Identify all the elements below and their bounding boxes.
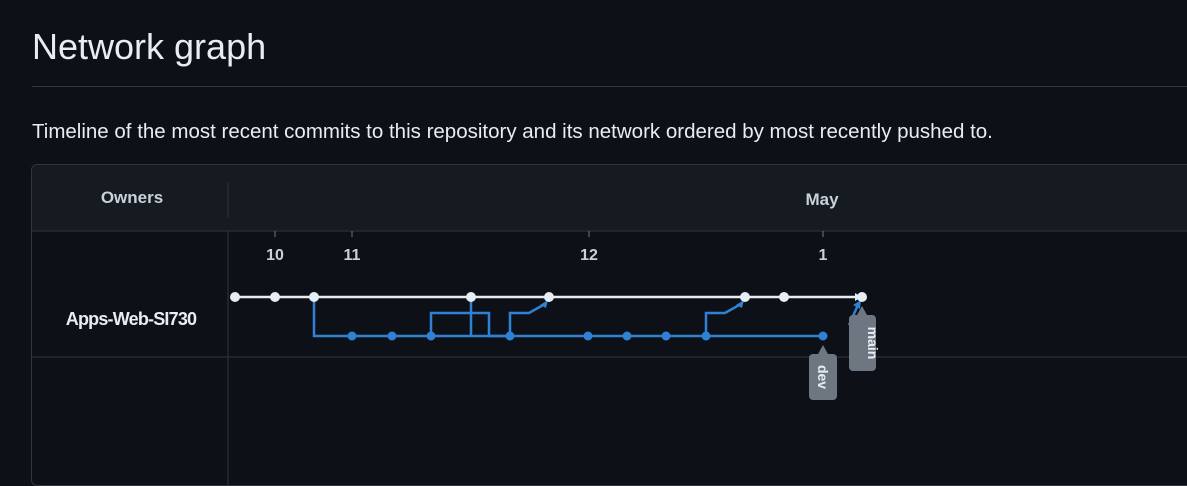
commit-dot[interactable] — [347, 331, 357, 341]
branch-line-dev-fork — [312, 297, 348, 338]
commit-dot[interactable] — [701, 331, 711, 341]
graph-header — [32, 165, 1187, 231]
date-tick-label: 11 — [344, 247, 361, 264]
dev-label-text: dev — [815, 365, 831, 389]
branch-merge-line — [508, 302, 546, 336]
commit-dot[interactable] — [857, 292, 867, 302]
commit-dot[interactable] — [270, 292, 280, 302]
branch-merge-line — [429, 311, 473, 336]
page-description: Timeline of the most recent commits to t… — [32, 120, 993, 143]
commit-dot[interactable] — [583, 331, 593, 341]
title-divider — [32, 86, 1187, 87]
owners-header: Owners — [101, 188, 163, 207]
commit-dot[interactable] — [661, 331, 671, 341]
commit-dot[interactable] — [230, 292, 240, 302]
dev-arrowheads — [350, 300, 861, 340]
commit-dot[interactable] — [818, 331, 828, 341]
commit-dot[interactable] — [740, 292, 750, 302]
owner-label[interactable]: Apps-Web-SI730 — [66, 309, 198, 329]
network-graph[interactable]: Owners May 10 11 12 1 Apps-Web-SI730 mai… — [31, 164, 1187, 486]
commit-dot[interactable] — [779, 292, 789, 302]
month-label: May — [805, 190, 839, 209]
commit-dot[interactable] — [426, 331, 436, 341]
main-label-text: main — [865, 327, 881, 360]
commit-dot[interactable] — [387, 331, 397, 341]
dev-branch — [312, 297, 860, 338]
dev-branch-label[interactable]: dev — [809, 345, 837, 400]
main-branch-label[interactable]: main — [849, 306, 881, 371]
branch-merge-line — [704, 302, 742, 336]
branch-merge-line — [469, 297, 506, 338]
date-tick-label: 10 — [266, 247, 284, 264]
commit-dot[interactable] — [309, 292, 319, 302]
date-ticks: 10 11 12 1 — [266, 231, 828, 264]
commit-dot[interactable] — [544, 292, 554, 302]
network-graph-canvas[interactable]: Owners May 10 11 12 1 Apps-Web-SI730 mai… — [32, 165, 1187, 485]
page-title: Network graph — [32, 26, 267, 67]
commit-dot[interactable] — [466, 292, 476, 302]
commit-dot[interactable] — [505, 331, 515, 341]
date-tick-label: 12 — [580, 247, 598, 264]
commit-dot[interactable] — [622, 331, 632, 341]
date-tick-label: 1 — [819, 247, 828, 264]
